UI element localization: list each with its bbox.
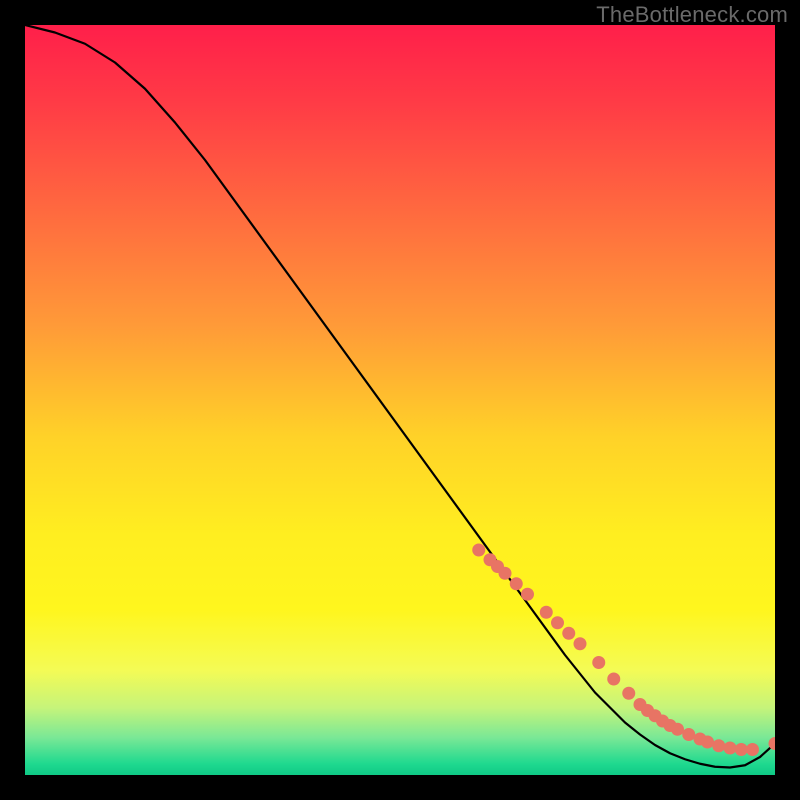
- marker-dot: [746, 743, 759, 756]
- marker-dot: [551, 616, 564, 629]
- marker-dot: [521, 588, 534, 601]
- chart-stage: TheBottleneck.com: [0, 0, 800, 800]
- marker-dot: [724, 742, 737, 755]
- marker-dot: [671, 723, 684, 736]
- marker-dot: [592, 656, 605, 669]
- gradient-background: [25, 25, 775, 775]
- marker-dot: [574, 637, 587, 650]
- marker-dot: [622, 687, 635, 700]
- marker-dot: [682, 728, 695, 741]
- marker-dot: [735, 743, 748, 756]
- marker-dot: [540, 606, 553, 619]
- plot-area: [25, 25, 775, 775]
- marker-dot: [510, 577, 523, 590]
- marker-dot: [712, 739, 725, 752]
- marker-dot: [499, 567, 512, 580]
- marker-dot: [701, 736, 714, 749]
- marker-dot: [607, 673, 620, 686]
- marker-dot: [472, 544, 485, 557]
- chart-svg: [25, 25, 775, 775]
- marker-dot: [562, 627, 575, 640]
